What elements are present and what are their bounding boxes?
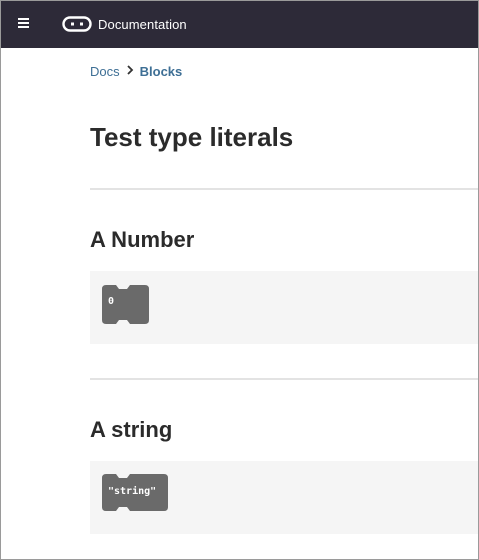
section-title-string: A string (90, 417, 173, 442)
page: Documentation Docs Blocks Test type lite… (0, 0, 479, 560)
top-navigation-bar: Documentation (1, 1, 478, 48)
number-block-panel: 0 (90, 271, 478, 344)
site-title[interactable]: Documentation (98, 17, 187, 33)
string-block-panel: "string" (90, 461, 478, 534)
section-divider (90, 188, 478, 190)
microbit-logo-icon[interactable] (62, 16, 92, 32)
section-title-number: A Number (90, 227, 195, 252)
number-block-value: 0 (108, 296, 115, 307)
breadcrumb-docs-link[interactable]: Docs (90, 64, 120, 80)
number-literal-block[interactable]: 0 (102, 285, 149, 324)
breadcrumb: Docs Blocks (90, 64, 182, 80)
breadcrumb-blocks-link[interactable]: Blocks (140, 64, 183, 80)
string-block-value: "string" (108, 486, 157, 497)
chevron-right-icon (126, 64, 134, 80)
page-title: Test type literals (90, 122, 294, 152)
section-divider (90, 378, 478, 380)
string-literal-block[interactable]: "string" (102, 474, 168, 513)
hamburger-menu-icon[interactable] (18, 18, 32, 32)
